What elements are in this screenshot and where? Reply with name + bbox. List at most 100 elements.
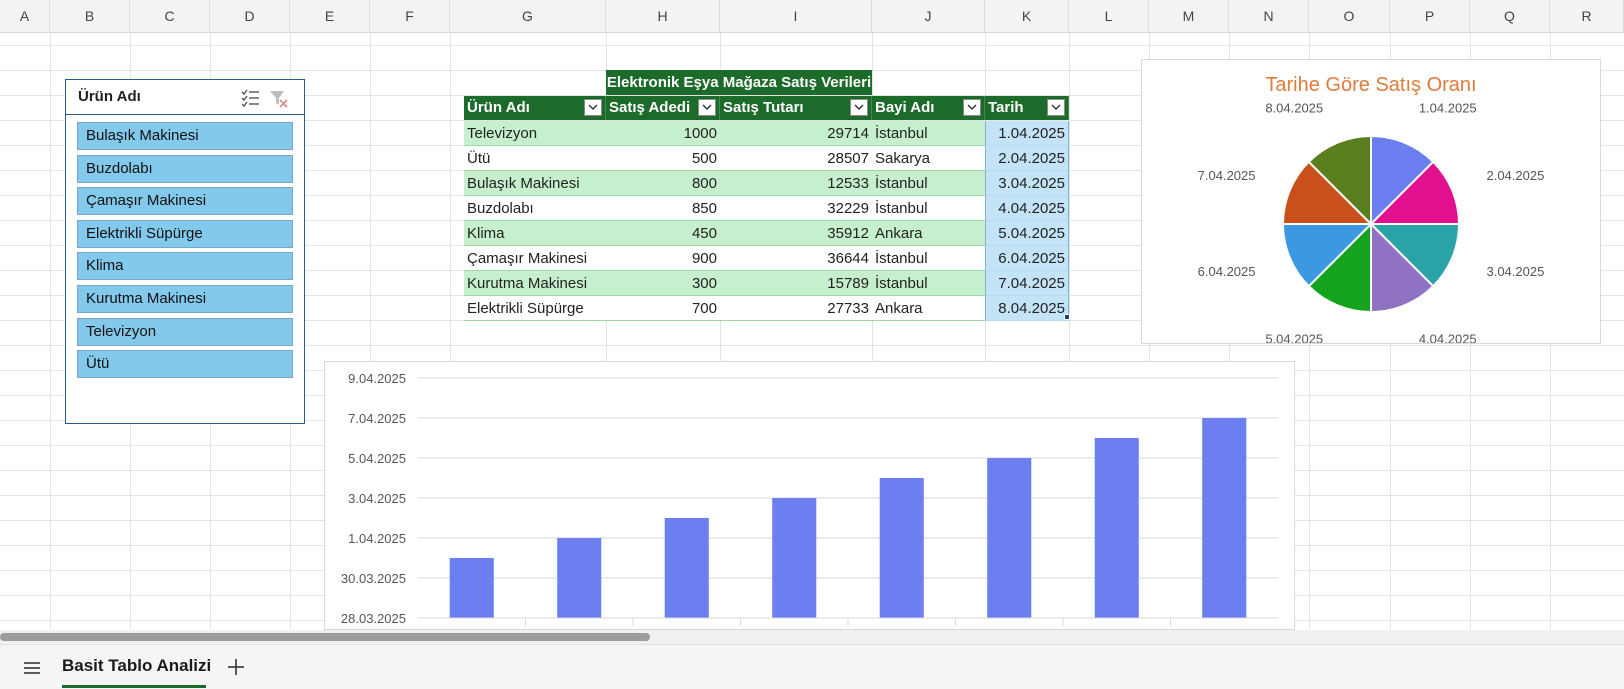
table-cell[interactable]: İstanbul (872, 171, 985, 196)
column-header-i[interactable]: I (720, 0, 872, 33)
filter-dropdown-icon[interactable] (963, 99, 981, 116)
table-cell[interactable]: 1000 (606, 121, 720, 146)
table-cell[interactable]: 5.04.2025 (985, 221, 1069, 246)
hamburger-icon[interactable] (20, 657, 44, 679)
table-cell[interactable]: 4.04.2025 (985, 196, 1069, 221)
table-cell[interactable]: 29714 (720, 121, 872, 146)
column-header-q[interactable]: Q (1470, 0, 1550, 33)
bar[interactable] (772, 498, 817, 618)
table-cell[interactable]: Buzdolabı (464, 196, 606, 221)
table-cell[interactable]: Televizyon (464, 121, 606, 146)
bar[interactable] (1094, 438, 1139, 618)
horizontal-scrollbar[interactable] (0, 630, 1624, 644)
table-cell[interactable]: 7.04.2025 (985, 271, 1069, 296)
table-cell[interactable]: 900 (606, 246, 720, 271)
slicer-item[interactable]: Elektrikli Süpürge (77, 219, 293, 248)
table-cell[interactable]: 3.04.2025 (985, 171, 1069, 196)
column-header-cell[interactable]: Bayi Adı (872, 96, 985, 120)
table-cell[interactable]: 36644 (720, 246, 872, 271)
y-tick-label: 1.04.2025 (348, 531, 406, 546)
column-header-g[interactable]: G (450, 0, 606, 33)
slicer-item[interactable]: Klima (77, 252, 293, 281)
table-cell[interactable]: 35912 (720, 221, 872, 246)
column-header-m[interactable]: M (1149, 0, 1229, 33)
column-header-cell[interactable]: Tarih (985, 96, 1069, 120)
pie-slice-label: 5.04.2025 (1265, 331, 1323, 343)
bar[interactable] (557, 538, 602, 618)
column-header-cell[interactable]: Satış Adedi (606, 96, 720, 120)
slicer-item[interactable]: Kurutma Makinesi (77, 285, 293, 313)
column-header-e[interactable]: E (290, 0, 370, 33)
filter-dropdown-icon[interactable] (698, 99, 716, 116)
scrollbar-thumb[interactable] (0, 633, 650, 641)
slicer-item[interactable]: Bulaşık Makinesi (77, 122, 293, 150)
table-cell[interactable]: İstanbul (872, 196, 985, 221)
table-cell[interactable]: 1.04.2025 (985, 121, 1069, 146)
table-cell[interactable]: İstanbul (872, 246, 985, 271)
table-cell[interactable]: 800 (606, 171, 720, 196)
column-header-p[interactable]: P (1390, 0, 1470, 33)
column-header-l[interactable]: L (1069, 0, 1149, 33)
column-header-j[interactable]: J (872, 0, 985, 33)
bar[interactable] (1202, 418, 1247, 618)
slicer-item[interactable]: Buzdolabı (77, 154, 293, 183)
fill-handle[interactable] (1064, 314, 1070, 320)
clear-filter-icon[interactable] (268, 88, 288, 108)
column-header-r[interactable]: R (1550, 0, 1624, 33)
column-header-k[interactable]: K (985, 0, 1069, 33)
table-cell[interactable]: Ankara (872, 296, 985, 321)
table-cell[interactable]: 27733 (720, 296, 872, 321)
bar[interactable] (879, 478, 924, 618)
column-header-h[interactable]: H (606, 0, 720, 33)
bar[interactable] (449, 558, 494, 618)
bar-chart[interactable]: 28.03.2025 30.03.2025 1.04.2025 3.04.2025 5.… (324, 361, 1295, 630)
table-cell[interactable]: Bulaşık Makinesi (464, 171, 606, 196)
table-cell[interactable]: 6.04.2025 (985, 246, 1069, 271)
table-cell[interactable]: 850 (606, 196, 720, 221)
bar[interactable] (664, 518, 709, 618)
table-cell[interactable]: Klima (464, 221, 606, 246)
product-slicer[interactable]: Ürün Adı Bulaşık Makinesi Buzdolabı Çama… (65, 79, 305, 424)
table-cell[interactable]: İstanbul (872, 271, 985, 296)
column-header-d[interactable]: D (210, 0, 290, 33)
filter-dropdown-icon[interactable] (584, 99, 602, 116)
slicer-item[interactable]: Çamaşır Makinesi (77, 187, 293, 216)
table-cell[interactable]: 2.04.2025 (985, 146, 1069, 171)
table-cell[interactable]: 28507 (720, 146, 872, 171)
table-cell[interactable]: Elektrikli Süpürge (464, 296, 606, 321)
worksheet-grid[interactable]: ABCDEFGHIJKLMNOPQR Ürün Adı Bulaşık Maki… (0, 0, 1624, 630)
column-header-f[interactable]: F (370, 0, 450, 33)
table-cell[interactable]: 450 (606, 221, 720, 246)
column-header-b[interactable]: B (50, 0, 130, 33)
table-cell[interactable]: İstanbul (872, 121, 985, 146)
multi-select-icon[interactable] (240, 88, 260, 108)
table-cell[interactable]: Çamaşır Makinesi (464, 246, 606, 271)
slicer-item[interactable]: Televizyon (77, 317, 293, 346)
plus-icon[interactable] (224, 655, 248, 679)
column-header-a[interactable]: A (0, 0, 50, 33)
column-header-n[interactable]: N (1229, 0, 1309, 33)
table-cell[interactable]: 8.04.2025 (985, 296, 1069, 321)
table-cell[interactable]: Kurutma Makinesi (464, 271, 606, 296)
column-header-cell[interactable]: Satış Tutarı (720, 96, 872, 120)
table-cell[interactable]: 700 (606, 296, 720, 321)
pie-slice-label: 1.04.2025 (1419, 101, 1477, 116)
column-header-cell[interactable]: Ürün Adı (464, 96, 606, 120)
table-cell[interactable]: Ankara (872, 221, 985, 246)
column-header-o[interactable]: O (1309, 0, 1390, 33)
table-cell[interactable]: 300 (606, 271, 720, 296)
pie-chart[interactable]: Tarihe Göre Satış Oranı 1.04.2025 2.04.20… (1141, 59, 1601, 344)
table-cell[interactable]: 12533 (720, 171, 872, 196)
table-cell[interactable]: 500 (606, 146, 720, 171)
table-cell[interactable]: 15789 (720, 271, 872, 296)
table-cell[interactable]: Sakarya (872, 146, 985, 171)
filter-dropdown-icon[interactable] (850, 99, 868, 116)
table-cell[interactable]: Ütü (464, 146, 606, 171)
table-title: Elektronik Eşya Mağaza Satış Verileri (606, 70, 872, 95)
slicer-item[interactable]: Ütü (77, 350, 293, 379)
sheet-tab-active[interactable]: Basit Tablo Analizi (58, 651, 215, 685)
filter-dropdown-icon[interactable] (1047, 99, 1065, 116)
bar[interactable] (987, 458, 1032, 618)
table-cell[interactable]: 32229 (720, 196, 872, 221)
column-header-c[interactable]: C (130, 0, 210, 33)
